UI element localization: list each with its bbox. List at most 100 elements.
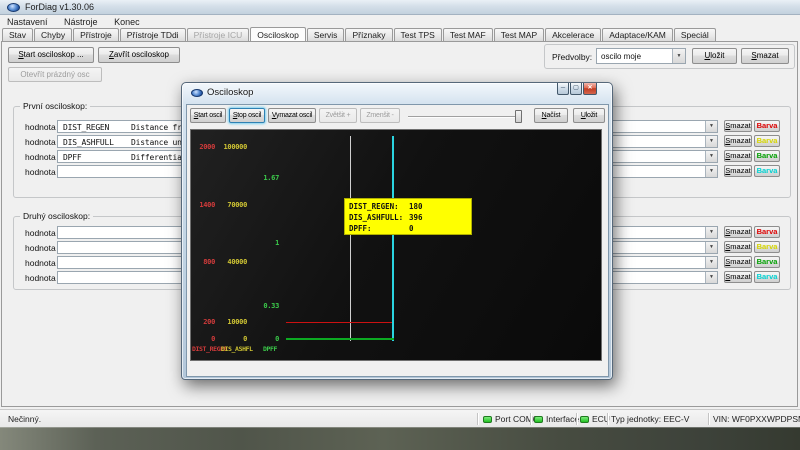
tab-servis[interactable]: Servis [307, 28, 345, 41]
tooltip-value: 396 [409, 213, 423, 222]
tab-akcelerace[interactable]: Akcelerace [545, 28, 601, 41]
pid-description: Distance fro [131, 123, 186, 132]
osc-window-icon [191, 89, 203, 97]
tab-test-tps[interactable]: Test TPS [394, 28, 442, 41]
group1-title: První osciloskop: [20, 101, 90, 111]
minimize-button[interactable]: ─ [557, 83, 569, 95]
tab-priznaky[interactable]: Příznaky [345, 28, 392, 41]
zoom-slider-track[interactable] [408, 116, 520, 118]
smazat-row-button[interactable]: Smazat [724, 226, 752, 238]
channel-label-dis-ashfl: DIS_ASHFL [221, 345, 253, 353]
tab-pristroje-tddi[interactable]: Přístroje TDdi [120, 28, 186, 41]
close-button[interactable]: ✕ [583, 83, 597, 95]
tooltip-label: DIST_REGEN: [349, 201, 409, 212]
scope-cursor-line [350, 136, 351, 341]
smazat-row-button[interactable]: Smazat [724, 271, 752, 283]
start-osciloskop-button[interactable]: Start osciloskop ... [8, 47, 94, 63]
barva-row-button[interactable]: Barva [754, 120, 780, 132]
statusbar-separator [576, 413, 577, 425]
dropdown-arrow-icon[interactable]: ▼ [705, 257, 717, 268]
tooltip-value: 0 [409, 224, 414, 233]
barva-row-button[interactable]: Barva [754, 241, 780, 253]
smazat-predvolbu-button[interactable]: Smazat [741, 48, 789, 64]
osc-titlebar[interactable]: Osciloskop [182, 83, 612, 104]
tab-adaptace-kam[interactable]: Adaptace/KAM [602, 28, 673, 41]
taskbar: CS ▲ ✕ 14:58 24.11.2018 [0, 427, 800, 450]
zvetsit-button: Zvětšit + [319, 108, 357, 123]
smazat-row-button[interactable]: Smazat [724, 135, 752, 147]
scope-tick: 0 [191, 335, 215, 343]
app-titlebar: ForDiag v1.30.06 [0, 0, 800, 15]
scope-tick: 0 [253, 335, 279, 343]
stop-oscil-button[interactable]: Stop oscil [229, 108, 265, 123]
ulozit-oscil-button[interactable]: Uložit [573, 108, 605, 123]
zavrit-osciloskop-button[interactable]: Zavřít osciloskop [98, 47, 180, 63]
tooltip-label: DPFF: [349, 223, 409, 234]
predvolby-combobox[interactable]: oscilo moje ▼ [596, 48, 686, 64]
dropdown-arrow-icon[interactable]: ▼ [705, 151, 717, 162]
dropdown-arrow-icon[interactable]: ▼ [705, 121, 717, 132]
dropdown-arrow-icon[interactable]: ▼ [705, 166, 717, 177]
tooltip-value: 180 [409, 202, 423, 211]
scope-tick: 200 [191, 318, 215, 326]
scope-tick: 800 [191, 258, 215, 266]
otevrit-prazdny-osc-button: Otevřít prázdný osc [8, 67, 102, 82]
smazat-row-button[interactable]: Smazat [724, 256, 752, 268]
vymazat-oscil-button[interactable]: Vymazat oscil [268, 108, 316, 123]
smazat-row-button[interactable]: Smazat [724, 120, 752, 132]
scope-tick: 0 [219, 335, 247, 343]
barva-row-button[interactable]: Barva [754, 135, 780, 147]
scope-tick: 1 [253, 239, 279, 247]
tab-pristroje-icu: Přístroje ICU [187, 28, 250, 41]
scope-tick: 100000 [219, 143, 247, 151]
scope-display[interactable]: 2000 1400 800 200 0 100000 70000 40000 1… [190, 129, 602, 361]
dropdown-arrow-icon[interactable]: ▼ [705, 136, 717, 147]
dropdown-arrow-icon[interactable]: ▼ [705, 227, 717, 238]
maximize-button[interactable]: ▢ [570, 83, 582, 95]
tab-stav[interactable]: Stav [2, 28, 33, 41]
tab-strip: Stav Chyby Přístroje Přístroje TDdi Přís… [2, 27, 717, 41]
channel-label-dpff: DPFF [263, 345, 277, 353]
statusbar-separator [477, 413, 478, 425]
port-led-indicator [483, 416, 492, 423]
status-state: Nečinný. [8, 414, 41, 424]
ulozit-predvolbu-button[interactable]: Uložit [692, 48, 737, 64]
tooltip-label: DIS_ASHFULL: [349, 212, 409, 223]
nacist-button[interactable]: Načíst [534, 108, 568, 123]
window-caption-buttons: ─ ▢ ✕ [557, 83, 597, 95]
tooltip-row: DPFF:0 [349, 223, 471, 234]
zoom-slider-thumb[interactable] [515, 110, 522, 123]
trace-dist-regen [286, 322, 392, 323]
tab-test-map[interactable]: Test MAP [494, 28, 544, 41]
tooltip-row: DIS_ASHFULL:396 [349, 212, 471, 223]
scope-tick: 1400 [191, 201, 215, 209]
start-oscil-button[interactable]: Start oscil [190, 108, 226, 123]
tab-special[interactable]: Speciál [674, 28, 716, 41]
barva-row-button[interactable]: Barva [754, 150, 780, 162]
tab-test-maf[interactable]: Test MAF [443, 28, 493, 41]
status-bar: Nečinný. Port COM6 Interface ECU Typ jed… [0, 409, 800, 427]
barva-row-button[interactable]: Barva [754, 256, 780, 268]
predvolby-label: Předvolby: [552, 52, 592, 62]
barva-row-button[interactable]: Barva [754, 165, 780, 177]
tab-pristroje[interactable]: Přístroje [73, 28, 119, 41]
barva-row-button[interactable]: Barva [754, 271, 780, 283]
barva-row-button[interactable]: Barva [754, 226, 780, 238]
ecu-led-indicator [580, 416, 589, 423]
zmensit-button: Zmenšit - [360, 108, 400, 123]
tab-osciloskop[interactable]: Osciloskop [250, 27, 306, 41]
dropdown-arrow-icon[interactable]: ▼ [672, 49, 685, 63]
statusbar-separator [530, 413, 531, 425]
scope-tick: 10000 [219, 318, 247, 326]
dropdown-arrow-icon[interactable]: ▼ [705, 272, 717, 283]
tab-chyby[interactable]: Chyby [34, 28, 72, 41]
status-interface: Interface [546, 414, 579, 424]
smazat-row-button[interactable]: Smazat [724, 150, 752, 162]
smazat-row-button[interactable]: Smazat [724, 165, 752, 177]
smazat-row-button[interactable]: Smazat [724, 241, 752, 253]
scope-position-line [392, 136, 394, 341]
tooltip-row: DIST_REGEN:180 [349, 201, 471, 212]
app-icon [7, 3, 20, 12]
osc-window-title: Osciloskop [207, 87, 253, 98]
dropdown-arrow-icon[interactable]: ▼ [705, 242, 717, 253]
